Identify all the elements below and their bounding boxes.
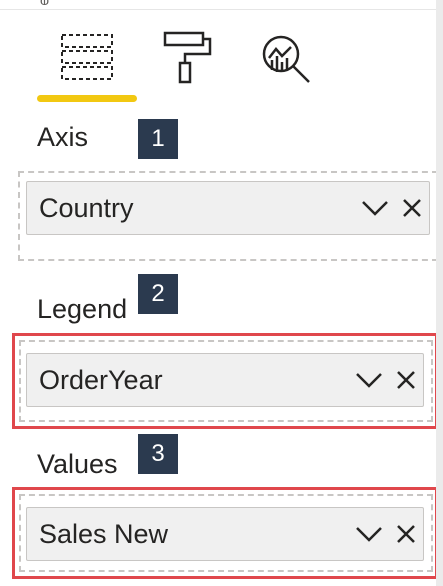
values-callout-badge: 3: [138, 434, 178, 474]
pane-scrollbar[interactable]: [436, 0, 443, 586]
chevron-down-icon[interactable]: [361, 200, 389, 216]
values-field-pill[interactable]: Sales New: [26, 507, 424, 561]
fields-icon[interactable]: [60, 32, 114, 82]
analytics-magnifier-icon[interactable]: [261, 34, 313, 84]
close-icon[interactable]: [397, 525, 415, 543]
chevron-down-icon[interactable]: [355, 372, 383, 388]
format-paint-roller-icon[interactable]: [163, 30, 215, 84]
top-cropped-glyph: ⱷ: [40, 0, 50, 8]
pane-top-edge: ⱷ: [0, 0, 436, 10]
axis-drop-well[interactable]: Country: [18, 171, 438, 261]
values-drop-well[interactable]: Sales New: [19, 494, 433, 572]
values-section-label: Values: [37, 449, 118, 479]
active-tab-underline: [37, 95, 137, 102]
axis-field-pill[interactable]: Country: [26, 181, 430, 235]
legend-drop-well[interactable]: OrderYear: [19, 340, 433, 422]
legend-field-pill[interactable]: OrderYear: [26, 353, 424, 407]
chevron-down-icon[interactable]: [355, 526, 383, 542]
axis-callout-badge: 1: [138, 119, 178, 159]
legend-section-label: Legend: [37, 294, 128, 324]
close-icon[interactable]: [397, 371, 415, 389]
axis-section-label: Axis: [37, 122, 89, 152]
values-field-name: Sales New: [39, 518, 169, 549]
legend-field-name: OrderYear: [39, 364, 163, 395]
axis-field-name: Country: [39, 192, 134, 223]
legend-callout-badge: 2: [138, 274, 178, 314]
close-icon[interactable]: [403, 199, 421, 217]
visualizations-fields-pane: ⱷ Axis 1 Country Legend 2 OrderYear Valu…: [0, 0, 443, 586]
